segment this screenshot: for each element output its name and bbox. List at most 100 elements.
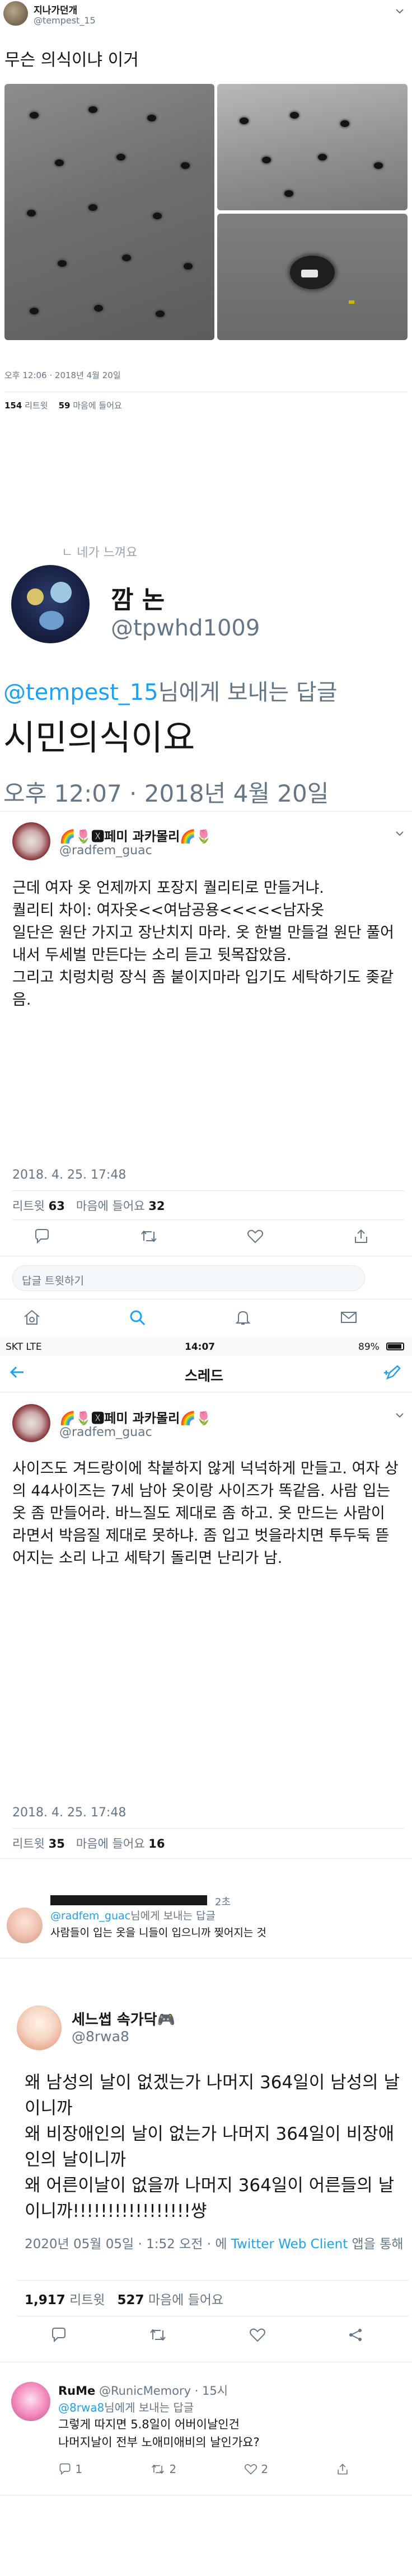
tweet-photo[interactable] [217,214,408,340]
clock: 14:07 [185,1341,216,1353]
display-name: RuMe [58,2384,96,2398]
reply-icon [59,2463,71,2475]
tweet-photo[interactable] [217,84,408,210]
section-gap [0,417,412,529]
share-icon[interactable] [336,2462,349,2476]
retweet-count[interactable]: 35 [49,1837,65,1850]
share-icon[interactable] [347,2327,364,2343]
divider [0,1858,412,1859]
tweet-timestamp: 2020년 05월 05일 · 1:52 오전 · 에 [25,2237,227,2252]
tweet-timestamp: 2018. 4. 25. 17:48 [12,1168,127,1182]
reply-icon[interactable] [34,1228,50,1244]
like-count[interactable]: 527 [118,2293,144,2307]
photo-hole [88,106,97,113]
tweet-timestamp: 오후 12:06 · 2018년 4월 20일 [4,370,121,380]
heart-icon[interactable] [249,2327,266,2343]
photo-hole [284,190,293,197]
like-count[interactable]: 32 [148,1199,165,1213]
compose-icon[interactable] [384,1364,402,1382]
bell-icon[interactable] [233,1309,252,1326]
retweet-label: 리트윗 [25,401,48,411]
reply-to-link[interactable]: @radfem_guac [50,1910,130,1922]
client-suffix: 앱을 통해 [352,2237,404,2252]
avatar[interactable] [7,1908,43,1943]
photo-litter [301,270,318,277]
reply-suffix: 님에게 보내는 답글 [130,1910,216,1922]
retweet-button[interactable]: 2 [150,2462,176,2476]
client-link[interactable]: Twitter Web Client [231,2237,348,2252]
photo-hole [374,162,383,169]
chevron-down-icon[interactable] [393,1409,406,1422]
mail-icon[interactable] [339,1309,358,1326]
thread-header: 스레드 [0,1356,412,1391]
search-icon[interactable] [128,1309,147,1326]
reply-context: @tempest_15님에게 보내는 답글 [3,674,338,707]
reply-icon[interactable] [50,2327,67,2343]
carrier-label: SKT LTE [6,1341,42,1353]
divider [17,2280,409,2281]
tweet-body: 왜 남성의 날이 없겠는가 나머지 364일이 남성의 날이니까 왜 비장애인의… [25,2073,400,2221]
reply-placeholder: 답글 트윗하기 [22,1275,84,1287]
handle: @tpwhd1009 [111,615,260,641]
tweet-paragraph: 일단은 원단 가지고 장난치지 마라. 옷 한벌 만들걸 원단 풀어내서 두세벌… [12,924,394,964]
redacted-name [50,1895,207,1905]
avatar[interactable] [12,1404,50,1442]
divider [12,1190,404,1191]
tweet-text: 시민의식이요 [3,717,195,758]
photo-hole [122,255,131,261]
retweet-icon[interactable] [148,2327,167,2343]
photo-hole [240,117,249,124]
like-label: 마음에 들어요 [76,1199,145,1213]
avatar[interactable] [17,2005,62,2050]
reply-composer[interactable]: 답글 트윗하기 [12,1265,365,1291]
divider [12,1219,404,1220]
tweet-timestamp: 2018. 4. 25. 17:48 [12,1806,127,1820]
retweet-label: 리트윗 [69,2293,105,2307]
handle: @tempest_15 [34,15,96,26]
chevron-down-icon[interactable] [393,827,406,840]
retweet-icon[interactable] [139,1228,158,1244]
avatar[interactable] [11,565,90,643]
photo-hole [116,154,125,161]
retweet-count[interactable]: 154 [4,401,22,411]
retweet-count[interactable]: 63 [49,1199,65,1213]
photo-hole [318,154,327,161]
bottom-tab-bar [22,1309,358,1326]
reply-to-link[interactable]: @8rwa8 [58,2401,104,2414]
heart-icon[interactable] [247,1228,264,1244]
battery-icon [386,1343,404,1350]
photo-hole [290,112,299,119]
avatar[interactable] [11,2382,50,2421]
avatar[interactable] [3,1,28,26]
back-arrow-icon[interactable] [9,1364,26,1381]
tweet-stats: 리트윗 63 마음에 들어요 32 [12,1197,165,1214]
reply-button[interactable]: 1 [58,2462,82,2476]
tweet-actions [50,2327,364,2343]
tweet-timestamp: 오후 12:07 · 2018년 4월 20일 [3,780,329,807]
like-button[interactable]: 2 [244,2462,268,2476]
like-label: 마음에 들어요 [76,1837,145,1850]
photo-hole [181,162,190,169]
like-count[interactable]: 59 [59,401,71,411]
home-icon[interactable] [22,1309,41,1326]
photo-hole [156,310,165,317]
display-name: 🌈🌷🆇페미 과카몰리🌈🌷 [59,1411,212,1426]
like-label: 마음에 들어요 [148,2293,224,2307]
status-bar: SKT LTE 14:07 89% [0,1337,412,1356]
avatar[interactable] [12,822,50,860]
like-count[interactable]: 16 [148,1837,165,1850]
avatar-figure [50,582,72,603]
like-count: 2 [261,2462,269,2476]
reply-to-link[interactable]: @tempest_15 [3,680,158,705]
handle: @8rwa8 [72,2028,129,2045]
tweet-photo[interactable] [4,84,214,340]
reply-context: @8rwa8님에게 보내는 답글 [58,2399,194,2415]
reply-suffix: 님에게 보내는 답글 [158,680,338,705]
retweet-count[interactable]: 1,917 [25,2293,65,2307]
tweet-paragraph: 퀄리티 차이: 여자옷<<여남공용<<<<<남자옷 [12,902,325,919]
share-icon[interactable] [353,1228,369,1244]
photo-hole [27,210,36,216]
chevron-down-icon[interactable] [393,4,406,18]
divider [12,1828,404,1829]
tweet-body: 근데 여자 옷 언제까지 포장지 퀄리티로 만들거냐. 퀄리티 차이: 여자옷<… [12,877,399,1011]
